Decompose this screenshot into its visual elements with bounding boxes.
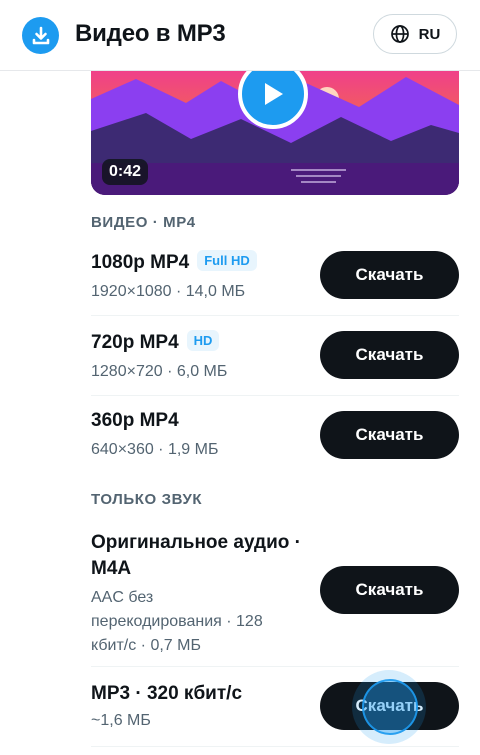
download-button-720p[interactable]: Скачать	[320, 331, 459, 379]
play-icon	[265, 83, 283, 105]
format-meta-line1: AAC без	[91, 589, 154, 606]
divider	[91, 666, 459, 667]
video-duration: 0:42	[102, 159, 149, 185]
format-meta-line3: кбит/с · 0,7 МБ	[91, 637, 201, 654]
section-label-video: ВИДЕО · MP4	[91, 214, 196, 231]
format-title: 720p MP4	[91, 332, 179, 353]
divider	[91, 315, 459, 316]
globe-icon	[390, 25, 409, 43]
download-icon	[22, 17, 59, 54]
format-title: MP3 · 320 кбит/с	[91, 683, 243, 704]
app-title: Видео в MP3	[75, 20, 226, 47]
download-button-1080p[interactable]: Скачать	[320, 251, 459, 299]
language-button[interactable]: RU	[373, 14, 457, 54]
divider	[91, 395, 459, 396]
download-button-m4a[interactable]: Скачать	[320, 566, 459, 614]
format-title-line2: M4A	[91, 558, 132, 579]
section-label-audio: ТОЛЬКО ЗВУК	[91, 491, 203, 508]
download-button-360p[interactable]: Скачать	[320, 411, 459, 459]
format-title-line1: Оригинальное аудио ·	[91, 532, 301, 553]
app-header: Видео в MP3 RU	[0, 0, 480, 71]
format-title: 1080p MP4	[91, 252, 190, 273]
format-row-m4a: Оригинальное аудио · M4A AAC без перекод…	[91, 530, 316, 658]
quality-badge: HD	[186, 330, 220, 351]
video-preview[interactable]: 0:42	[91, 71, 459, 195]
format-meta-line2: перекодирования · 128	[91, 613, 263, 630]
quality-badge: Full HD	[197, 250, 257, 271]
language-label: RU	[418, 25, 441, 43]
tap-ripple-core	[362, 679, 418, 735]
format-title: 360p MP4	[91, 410, 179, 431]
divider	[91, 746, 459, 747]
